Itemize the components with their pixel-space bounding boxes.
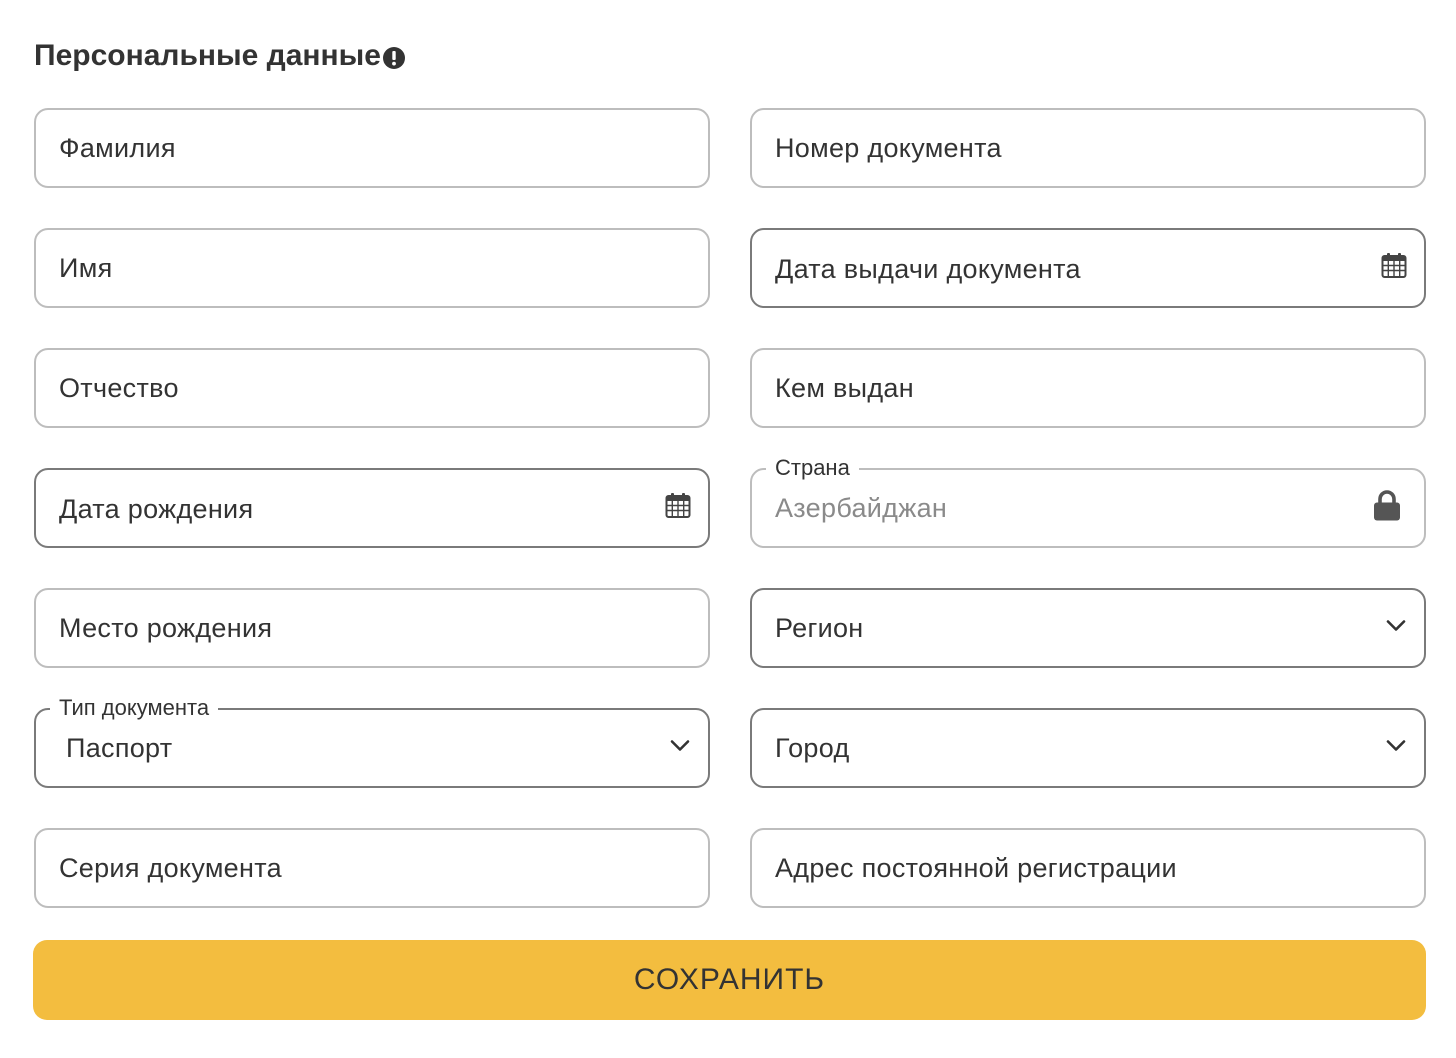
issued-by-placeholder: Кем выдан bbox=[775, 372, 914, 403]
document-series-field[interactable]: Серия документа bbox=[34, 828, 710, 908]
last-name-field[interactable]: Фамилия bbox=[34, 108, 710, 188]
patronymic-placeholder: Отчество bbox=[59, 372, 179, 403]
save-button[interactable]: СОХРАНИТЬ bbox=[33, 940, 1426, 1020]
birth-date-field[interactable]: Дата рождения bbox=[34, 468, 710, 548]
issued-by-field[interactable]: Кем выдан bbox=[750, 348, 1426, 428]
region-value: Регион bbox=[775, 612, 864, 643]
chevron-down-icon[interactable] bbox=[1384, 614, 1408, 643]
issue-date-field[interactable]: Дата выдачи документа bbox=[750, 228, 1426, 308]
last-name-placeholder: Фамилия bbox=[59, 132, 176, 163]
registration-address-field[interactable]: Адрес постоянной регистрации bbox=[750, 828, 1426, 908]
document-type-select[interactable]: Тип документа Паспорт bbox=[34, 695, 710, 788]
birth-place-field[interactable]: Место рождения bbox=[34, 588, 710, 668]
issue-date-placeholder: Дата выдачи документа bbox=[775, 253, 1081, 284]
region-select[interactable]: Регион bbox=[750, 588, 1426, 668]
birth-place-placeholder: Место рождения bbox=[59, 612, 273, 643]
document-number-field[interactable]: Номер документа bbox=[750, 108, 1426, 188]
calendar-icon[interactable] bbox=[664, 492, 692, 525]
document-number-placeholder: Номер документа bbox=[775, 132, 1002, 163]
patronymic-field[interactable]: Отчество bbox=[34, 348, 710, 428]
info-circle-icon[interactable] bbox=[382, 44, 406, 69]
country-field: Страна Азербайджан bbox=[750, 455, 1426, 548]
first-name-field[interactable]: Имя bbox=[34, 228, 710, 308]
country-value: Азербайджан bbox=[775, 492, 948, 523]
city-select[interactable]: Город bbox=[750, 708, 1426, 788]
registration-address-placeholder: Адрес постоянной регистрации bbox=[775, 852, 1177, 883]
section-title: Персональные данные bbox=[34, 36, 406, 76]
city-value: Город bbox=[775, 732, 850, 763]
document-type-value: Паспорт bbox=[66, 732, 173, 763]
section-title-text: Персональные данные bbox=[34, 39, 381, 72]
chevron-down-icon[interactable] bbox=[668, 734, 692, 763]
calendar-icon[interactable] bbox=[1380, 252, 1408, 285]
first-name-placeholder: Имя bbox=[59, 252, 113, 283]
birth-date-placeholder: Дата рождения bbox=[59, 493, 254, 524]
document-series-placeholder: Серия документа bbox=[59, 852, 282, 883]
lock-icon bbox=[1372, 490, 1402, 527]
chevron-down-icon[interactable] bbox=[1384, 734, 1408, 763]
